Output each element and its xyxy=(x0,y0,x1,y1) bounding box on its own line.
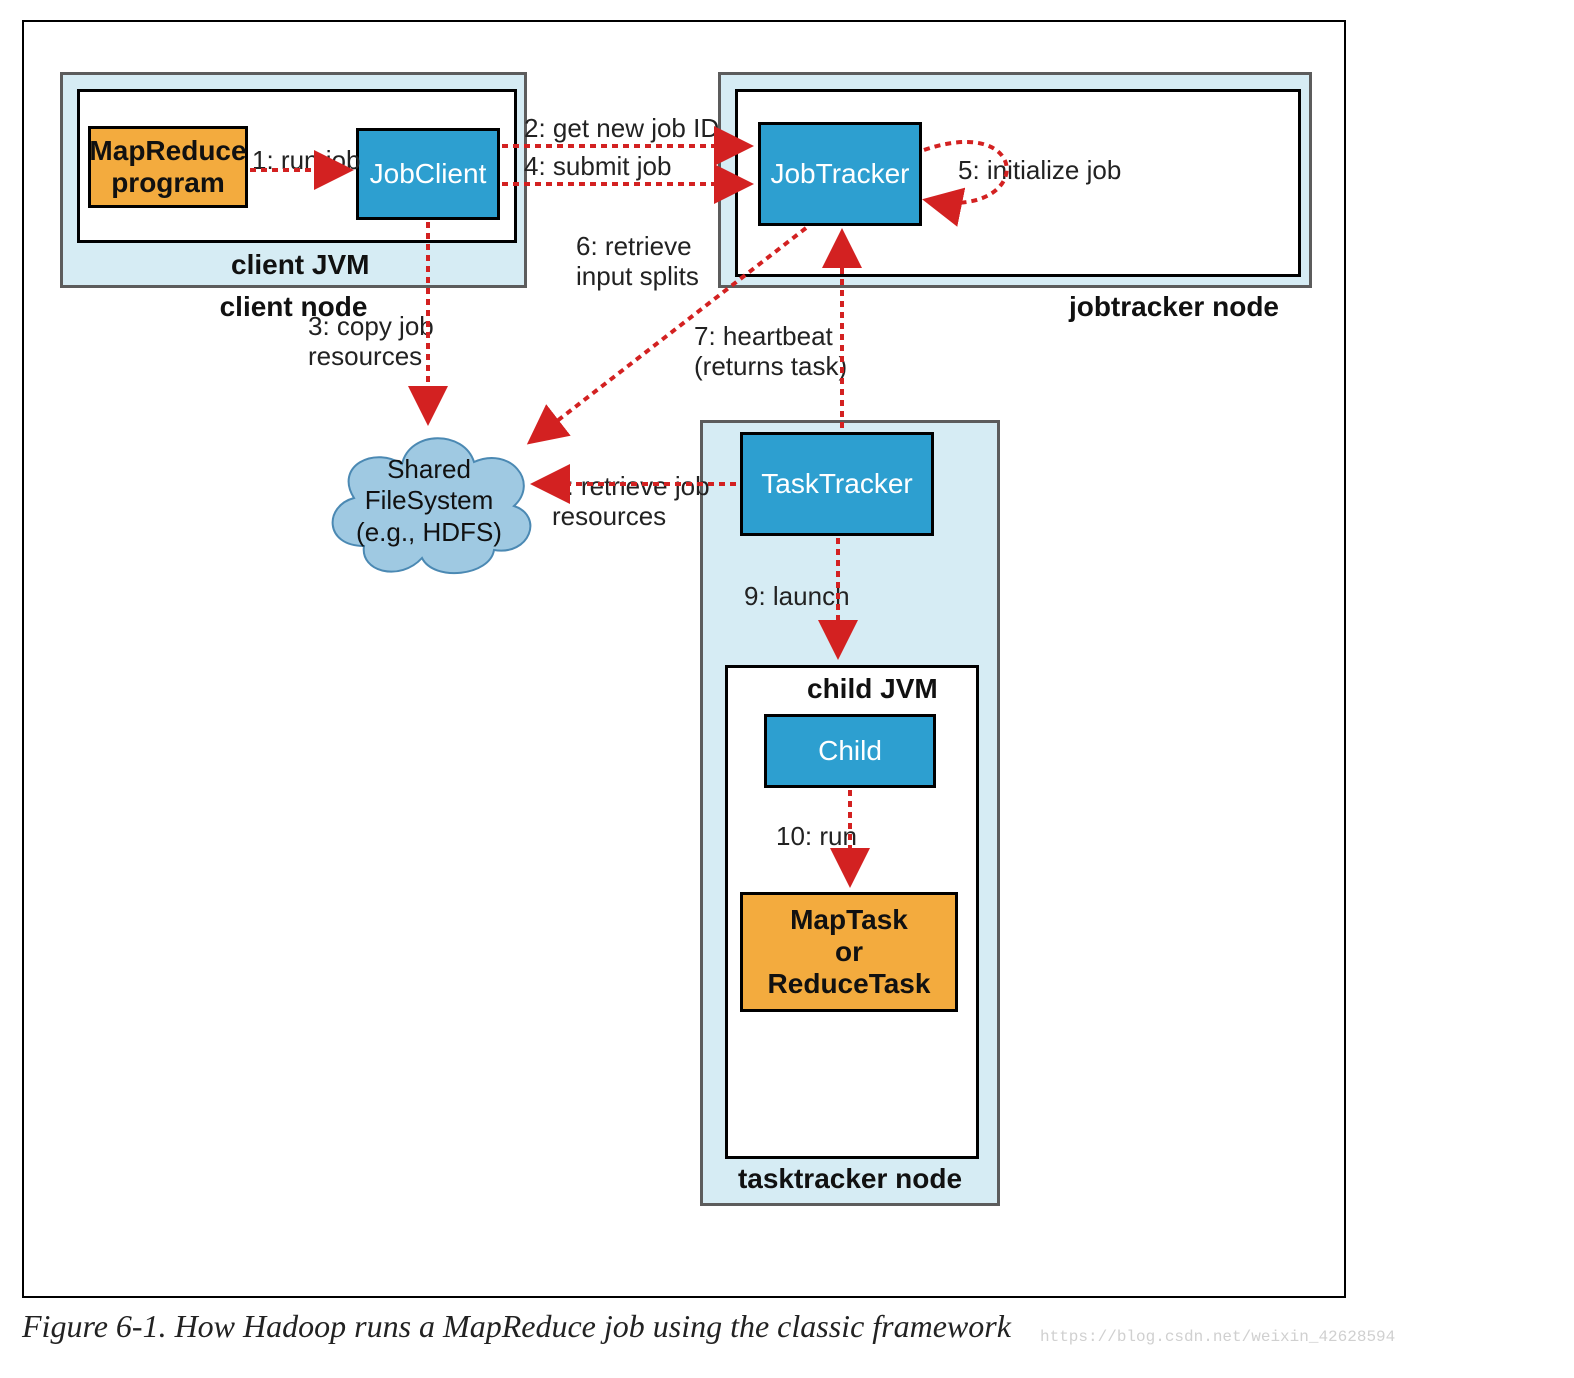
client-node-label: client node xyxy=(63,291,524,323)
child-jvm-label: child JVM xyxy=(807,673,938,705)
maptask-box: MapTask or ReduceTask xyxy=(740,892,958,1012)
figure-caption: Figure 6-1. How Hadoop runs a MapReduce … xyxy=(22,1308,1011,1345)
client-jvm-label: client JVM xyxy=(231,249,369,281)
edge-6-label: 6: retrieve input splits xyxy=(576,232,699,292)
edge-3-label: 3: copy job resources xyxy=(308,312,434,372)
mapreduce-program-box: MapReduce program xyxy=(88,126,248,208)
edge-8-label: 8: retrieve job resources xyxy=(552,472,710,532)
edge-9-label: 9: launch xyxy=(744,582,850,612)
edge-2-label: 2: get new job ID xyxy=(524,114,719,144)
edge-7-label: 7: heartbeat (returns task) xyxy=(694,322,847,382)
child-box: Child xyxy=(764,714,936,788)
shared-fs-label: Shared FileSystem (e.g., HDFS) xyxy=(356,454,502,548)
shared-fs-cloud: Shared FileSystem (e.g., HDFS) xyxy=(314,416,544,586)
edge-4-label: 4: submit job xyxy=(524,152,671,182)
tasktracker-box: TaskTracker xyxy=(740,432,934,536)
jobclient-box: JobClient xyxy=(356,128,500,220)
tasktracker-node-box: tasktracker node child JVM xyxy=(700,420,1000,1206)
watermark-text: https://blog.csdn.net/weixin_42628594 xyxy=(1040,1328,1395,1346)
edge-10-label: 10: run xyxy=(776,822,857,852)
jobtracker-node-label: jobtracker node xyxy=(721,291,1279,323)
edge-5-label: 5: initialize job xyxy=(958,156,1121,186)
edge-1-label: 1: run job xyxy=(252,146,360,176)
diagram-frame: client JVM client node MapReduce program… xyxy=(22,20,1346,1298)
jobtracker-box: JobTracker xyxy=(758,122,922,226)
tasktracker-node-label: tasktracker node xyxy=(703,1163,997,1195)
